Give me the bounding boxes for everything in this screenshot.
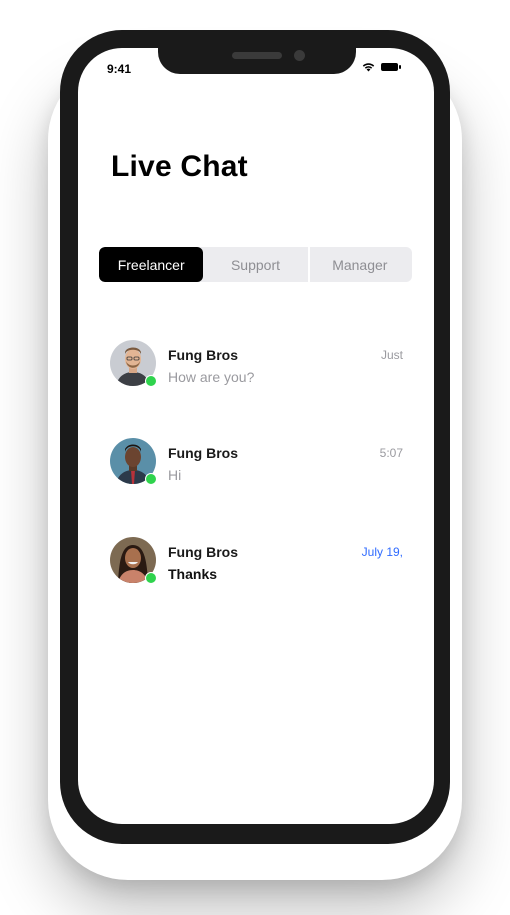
online-status-dot — [145, 375, 157, 387]
avatar — [110, 438, 157, 485]
chat-list-item[interactable]: Fung Bros Thanks July 19, — [110, 537, 405, 587]
tab-freelancer[interactable]: Freelancer — [99, 247, 204, 282]
status-time: 9:41 — [107, 62, 132, 76]
chat-time: 5:07 — [379, 446, 403, 460]
online-status-dot — [145, 473, 157, 485]
avatar — [110, 537, 157, 584]
chat-list-item[interactable]: Fung Bros How are you? Just — [110, 340, 405, 390]
segmented-control: Freelancer Support Manager — [99, 247, 412, 282]
chat-message-preview: How are you? — [168, 369, 255, 385]
chat-time: July 19, — [361, 545, 403, 559]
chat-name: Fung Bros — [168, 347, 238, 363]
chat-message-preview: Thanks — [168, 566, 218, 582]
chat-name: Fung Bros — [168, 544, 238, 560]
front-camera — [294, 50, 305, 61]
page-title: Live Chat — [111, 150, 248, 183]
avatar — [110, 340, 157, 387]
tab-manager[interactable]: Manager — [307, 247, 412, 282]
chat-name: Fung Bros — [168, 445, 238, 461]
status-icons — [362, 62, 401, 72]
online-status-dot — [145, 572, 157, 584]
chat-time: Just — [380, 348, 403, 362]
tab-support[interactable]: Support — [203, 247, 307, 282]
chat-list-item[interactable]: Fung Bros Hi 5:07 — [110, 438, 405, 488]
speaker-grille — [232, 52, 282, 59]
battery-icon — [381, 63, 401, 71]
chat-message-preview: Hi — [168, 467, 182, 483]
wifi-icon — [362, 62, 375, 72]
